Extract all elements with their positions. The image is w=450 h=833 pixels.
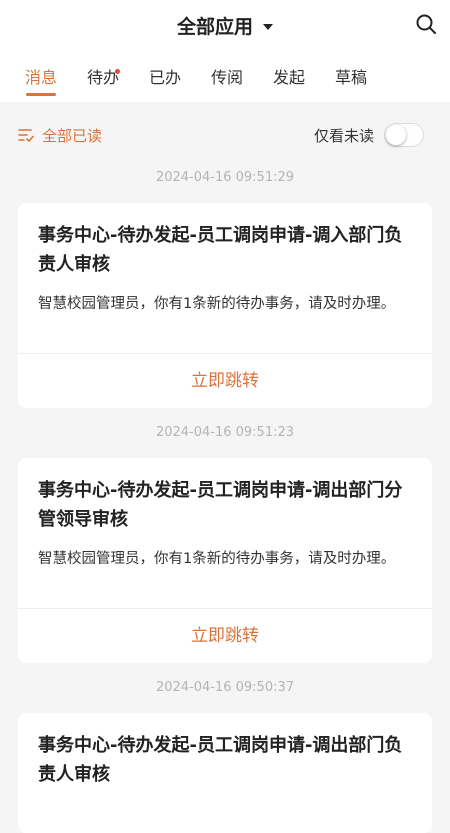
message-timestamp: 2024-04-16 09:50:37 — [155, 680, 295, 695]
tab-drafts[interactable]: 草稿 — [320, 50, 382, 102]
message-card: 事务中心-待办发起-员工调岗申请-调出部门分管领导审核 智慧校园管理员，你有1条… — [18, 458, 432, 663]
tab-todo[interactable]: 待办 — [72, 50, 134, 102]
tab-label: 发起 — [272, 68, 305, 87]
unread-only-toggle[interactable] — [384, 123, 424, 147]
message-card: 事务中心-待办发起-员工调岗申请-调出部门负责人审核 — [18, 713, 432, 833]
tab-circulate[interactable]: 传阅 — [196, 50, 258, 102]
message-title: 事务中心-待办发起-员工调岗申请-调出部门负责人审核 — [38, 735, 403, 785]
message-timestamp: 2024-04-16 09:51:29 — [155, 170, 295, 185]
list-filter-icon — [18, 129, 34, 142]
unread-only-label: 仅看未读 — [313, 126, 374, 145]
message-toolbar: 全部已读 仅看未读 — [0, 110, 450, 160]
tab-label: 已办 — [148, 68, 181, 87]
mark-all-read-button[interactable]: 全部已读 — [18, 125, 102, 146]
message-title: 事务中心-待办发起-员工调岗申请-调入部门负责人审核 — [38, 225, 403, 275]
app-selector-label: 全部应用 — [176, 15, 253, 38]
message-timestamp: 2024-04-16 09:51:23 — [155, 425, 295, 440]
mark-all-read-label: 全部已读 — [42, 126, 103, 145]
app-header: 全部应用 — [0, 0, 450, 50]
caret-down-icon — [263, 23, 273, 30]
app-selector[interactable]: 全部应用 — [177, 12, 273, 39]
toggle-knob — [386, 125, 406, 145]
tab-label: 消息 — [24, 68, 57, 87]
tab-label: 传阅 — [210, 68, 243, 87]
tab-messages[interactable]: 消息 — [10, 50, 72, 102]
tab-done[interactable]: 已办 — [134, 50, 196, 102]
message-card: 事务中心-待办发起-员工调岗申请-调入部门负责人审核 智慧校园管理员，你有1条新… — [18, 203, 432, 408]
unread-dot — [115, 69, 120, 74]
message-tabs: 消息 待办 已办 传阅 发起 草稿 — [0, 50, 450, 102]
tab-label: 草稿 — [334, 68, 367, 87]
message-body: 智慧校园管理员，你有1条新的待办事务，请及时办理。 — [38, 296, 396, 312]
jump-now-button[interactable]: 立即跳转 — [18, 354, 432, 408]
message-body: 智慧校园管理员，你有1条新的待办事务，请及时办理。 — [38, 551, 396, 567]
search-icon[interactable] — [414, 12, 438, 36]
tab-initiated[interactable]: 发起 — [258, 50, 320, 102]
message-title: 事务中心-待办发起-员工调岗申请-调出部门分管领导审核 — [38, 480, 403, 530]
jump-now-button[interactable]: 立即跳转 — [18, 609, 432, 663]
unread-only-filter: 仅看未读 — [314, 123, 424, 147]
